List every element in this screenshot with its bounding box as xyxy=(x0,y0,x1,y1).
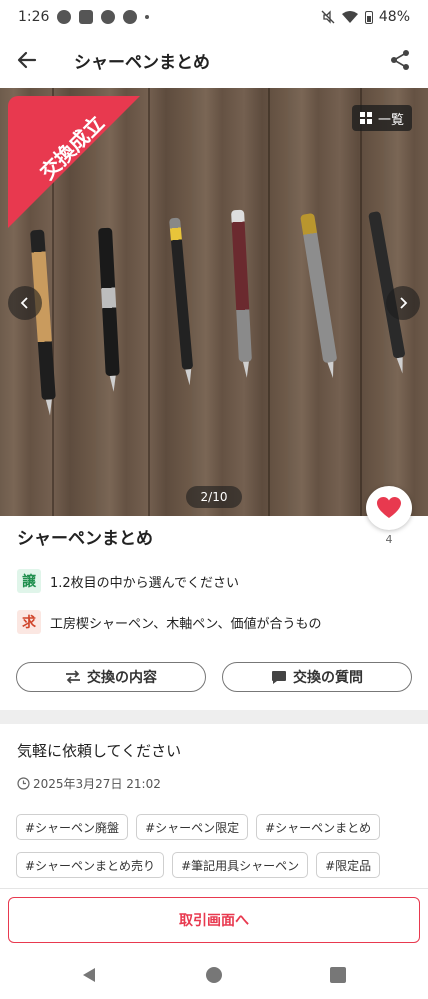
app-notification-icon xyxy=(79,10,94,24)
system-recents-icon[interactable] xyxy=(329,966,347,984)
wood-seam xyxy=(268,88,270,516)
chevron-right-icon xyxy=(400,297,408,309)
item-description: 気軽に依頼してください xyxy=(17,742,182,760)
status-time: 1:26 xyxy=(18,9,50,25)
give-badge: 譲 xyxy=(17,569,41,593)
next-photo-button[interactable] xyxy=(386,286,420,320)
wifi-icon xyxy=(341,11,358,23)
mute-icon xyxy=(321,10,335,24)
system-back-icon[interactable] xyxy=(80,966,98,984)
bottom-action-bar: 取引画面へ xyxy=(0,888,428,948)
tag-list: #シャーペン廃盤 #シャーペン限定 #シャーペンまとめ #シャーペンまとめ売り … xyxy=(16,814,416,878)
post-date: 2025年3月27日 21:02 xyxy=(17,775,161,792)
settings-notification-icon xyxy=(101,10,116,24)
like-button[interactable] xyxy=(366,486,412,530)
back-arrow-icon xyxy=(17,51,37,69)
more-notifications-dot-icon xyxy=(145,15,150,19)
status-bar: 1:26 48% xyxy=(0,0,428,34)
share-icon xyxy=(391,50,409,70)
trade-question-button[interactable]: 交換の質問 xyxy=(222,662,412,692)
pencil-black-slim xyxy=(368,210,406,359)
trade-screen-button[interactable]: 取引画面へ xyxy=(8,897,420,943)
section-divider xyxy=(0,710,428,724)
photo-list-button[interactable]: 一覧 xyxy=(351,105,412,131)
clock-icon xyxy=(17,777,30,790)
tag-item[interactable]: #筆記用具シャーペン xyxy=(172,852,309,878)
like-count: 4 xyxy=(385,533,393,546)
pencil-black-silver xyxy=(98,227,120,377)
swap-icon xyxy=(66,670,80,684)
post-date-text: 2025年3月27日 21:02 xyxy=(33,777,161,791)
wifi-calling-icon xyxy=(57,10,72,24)
back-button[interactable] xyxy=(0,38,54,82)
share-button[interactable] xyxy=(372,38,428,82)
pencil-burgundy xyxy=(231,209,252,363)
prev-photo-button[interactable] xyxy=(8,286,42,320)
page-title: シャーペンまとめ xyxy=(74,52,210,73)
tag-item[interactable]: #限定品 xyxy=(316,852,381,878)
photo-list-label: 一覧 xyxy=(377,112,404,128)
chat-bubble-icon xyxy=(272,670,286,684)
pencil-yellow-band xyxy=(169,217,194,370)
item-photo[interactable]: 交換成立 一覧 2/10 xyxy=(0,88,428,516)
like-area: 4 xyxy=(366,486,412,546)
battery-icon xyxy=(364,10,373,24)
heart-icon xyxy=(377,497,401,518)
wood-seam xyxy=(360,88,362,516)
system-nav-bar xyxy=(0,950,428,999)
wood-seam xyxy=(148,88,150,516)
trade-question-label: 交換の質問 xyxy=(293,670,363,686)
want-badge: 求 xyxy=(17,610,41,634)
smile-notification-icon xyxy=(123,10,138,24)
photo-pager: 2/10 xyxy=(186,486,242,508)
want-text: 工房楔シャーペン、木軸ペン、価値が合うもの xyxy=(50,616,322,632)
trade-content-button[interactable]: 交換の内容 xyxy=(16,662,206,692)
tag-item[interactable]: #シャーペンまとめ xyxy=(256,814,381,840)
chevron-left-icon xyxy=(20,297,28,309)
tag-item[interactable]: #シャーペンまとめ売り xyxy=(16,852,165,878)
give-text: 1.2枚目の中から選んでください xyxy=(50,575,240,591)
give-row: 譲 1.2枚目の中から選んでください xyxy=(17,569,239,593)
item-title: シャーペンまとめ xyxy=(17,529,153,549)
battery-percent: 48% xyxy=(378,9,410,25)
tag-item[interactable]: #シャーペン廃盤 xyxy=(16,814,129,840)
want-row: 求 工房楔シャーペン、木軸ペン、価値が合うもの xyxy=(17,610,321,634)
grid-icon xyxy=(359,112,372,124)
system-home-icon[interactable] xyxy=(205,966,223,984)
sold-ribbon: 交換成立 xyxy=(8,96,140,228)
pencil-gray-gold xyxy=(300,212,338,364)
app-header: シャーペンまとめ xyxy=(0,38,428,82)
trade-content-label: 交換の内容 xyxy=(87,670,157,686)
tag-item[interactable]: #シャーペン限定 xyxy=(136,814,249,840)
